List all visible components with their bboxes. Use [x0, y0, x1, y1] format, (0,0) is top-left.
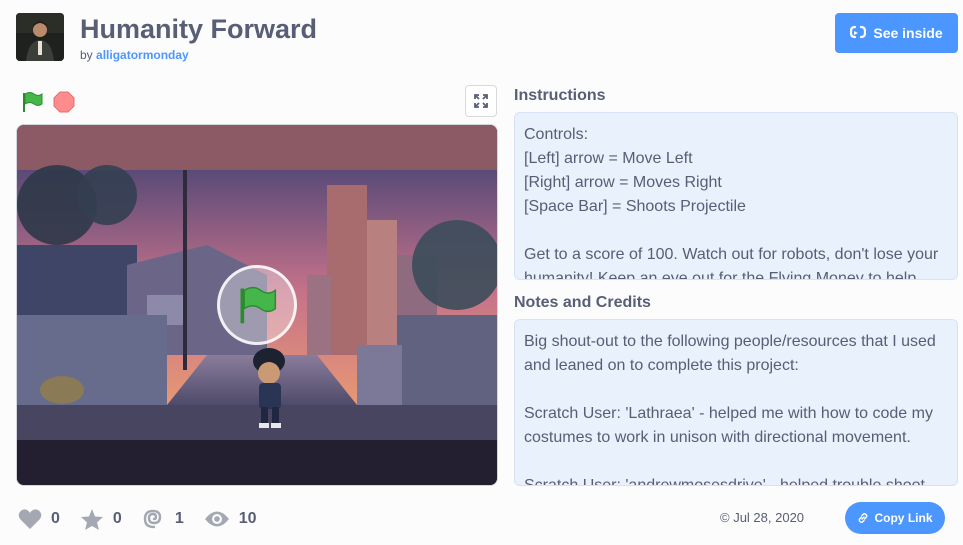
- instructions-line: [Left] arrow = Move Left: [524, 150, 693, 167]
- notes-line: costumes to work in unison with directio…: [524, 429, 911, 446]
- stage-green-flag-overlay[interactable]: [217, 265, 297, 345]
- notes-line: [524, 450, 948, 474]
- project-stats: 0 0 1 10: [18, 506, 277, 532]
- green-flag-icon[interactable]: [20, 90, 44, 114]
- instructions-line: [524, 219, 948, 243]
- remix-arrows-icon: [850, 25, 867, 42]
- link-icon: [859, 513, 868, 523]
- views-stat: 10: [204, 510, 257, 528]
- instructions-box[interactable]: Controls: [Left] arrow = Move Left [Righ…: [514, 112, 958, 280]
- author-avatar[interactable]: [16, 13, 64, 61]
- see-inside-button[interactable]: See inside: [835, 13, 958, 53]
- favorite-stat[interactable]: 0: [80, 508, 122, 531]
- instructions-line: [Space Bar] = Shoots Projectile: [524, 198, 746, 215]
- instructions-line: Controls:: [524, 126, 589, 143]
- love-count: 0: [51, 510, 60, 527]
- by-label: by: [80, 48, 93, 62]
- see-inside-label: See inside: [873, 25, 943, 41]
- notes-box[interactable]: Big shout-out to the following people/re…: [514, 319, 958, 486]
- project-title: Humanity Forward: [80, 14, 318, 44]
- views-count: 10: [238, 510, 257, 527]
- fullscreen-icon[interactable]: [465, 85, 497, 117]
- love-stat[interactable]: 0: [18, 508, 60, 530]
- notes-line: [524, 378, 948, 402]
- instructions-line: humanity! Keep an eye out for the Flying…: [524, 270, 917, 280]
- byline: by alligatormonday: [80, 48, 189, 62]
- stop-icon[interactable]: [53, 91, 75, 113]
- copy-link-label: Copy Link: [874, 511, 933, 525]
- notes-line: Scratch User: 'andrewmosesdrive' - helpe…: [524, 477, 925, 486]
- notes-line: and leaned on to complete this project:: [524, 357, 799, 374]
- author-link[interactable]: alligatormonday: [96, 48, 189, 62]
- remix-stat: 1: [142, 507, 184, 531]
- shared-date: © Jul 28, 2020: [720, 510, 805, 525]
- star-icon: [80, 508, 103, 530]
- instructions-line: Get to a score of 100. Watch out for rob…: [524, 246, 939, 263]
- project-stage[interactable]: [16, 124, 498, 486]
- green-flag-large-icon: [240, 286, 277, 324]
- remix-spiral-icon: [143, 509, 162, 529]
- notes-line: Big shout-out to the following people/re…: [524, 333, 936, 350]
- notes-title: Notes and Credits: [514, 294, 651, 311]
- remix-count: 1: [174, 510, 184, 527]
- instructions-title: Instructions: [514, 87, 606, 104]
- instructions-line: [Right] arrow = Moves Right: [524, 174, 722, 191]
- favorite-count: 0: [112, 510, 122, 527]
- eye-icon: [204, 511, 229, 527]
- heart-icon: [18, 509, 42, 529]
- copy-link-button[interactable]: Copy Link: [845, 502, 945, 534]
- notes-line: Scratch User: 'Lathraea' - helped me wit…: [524, 405, 933, 422]
